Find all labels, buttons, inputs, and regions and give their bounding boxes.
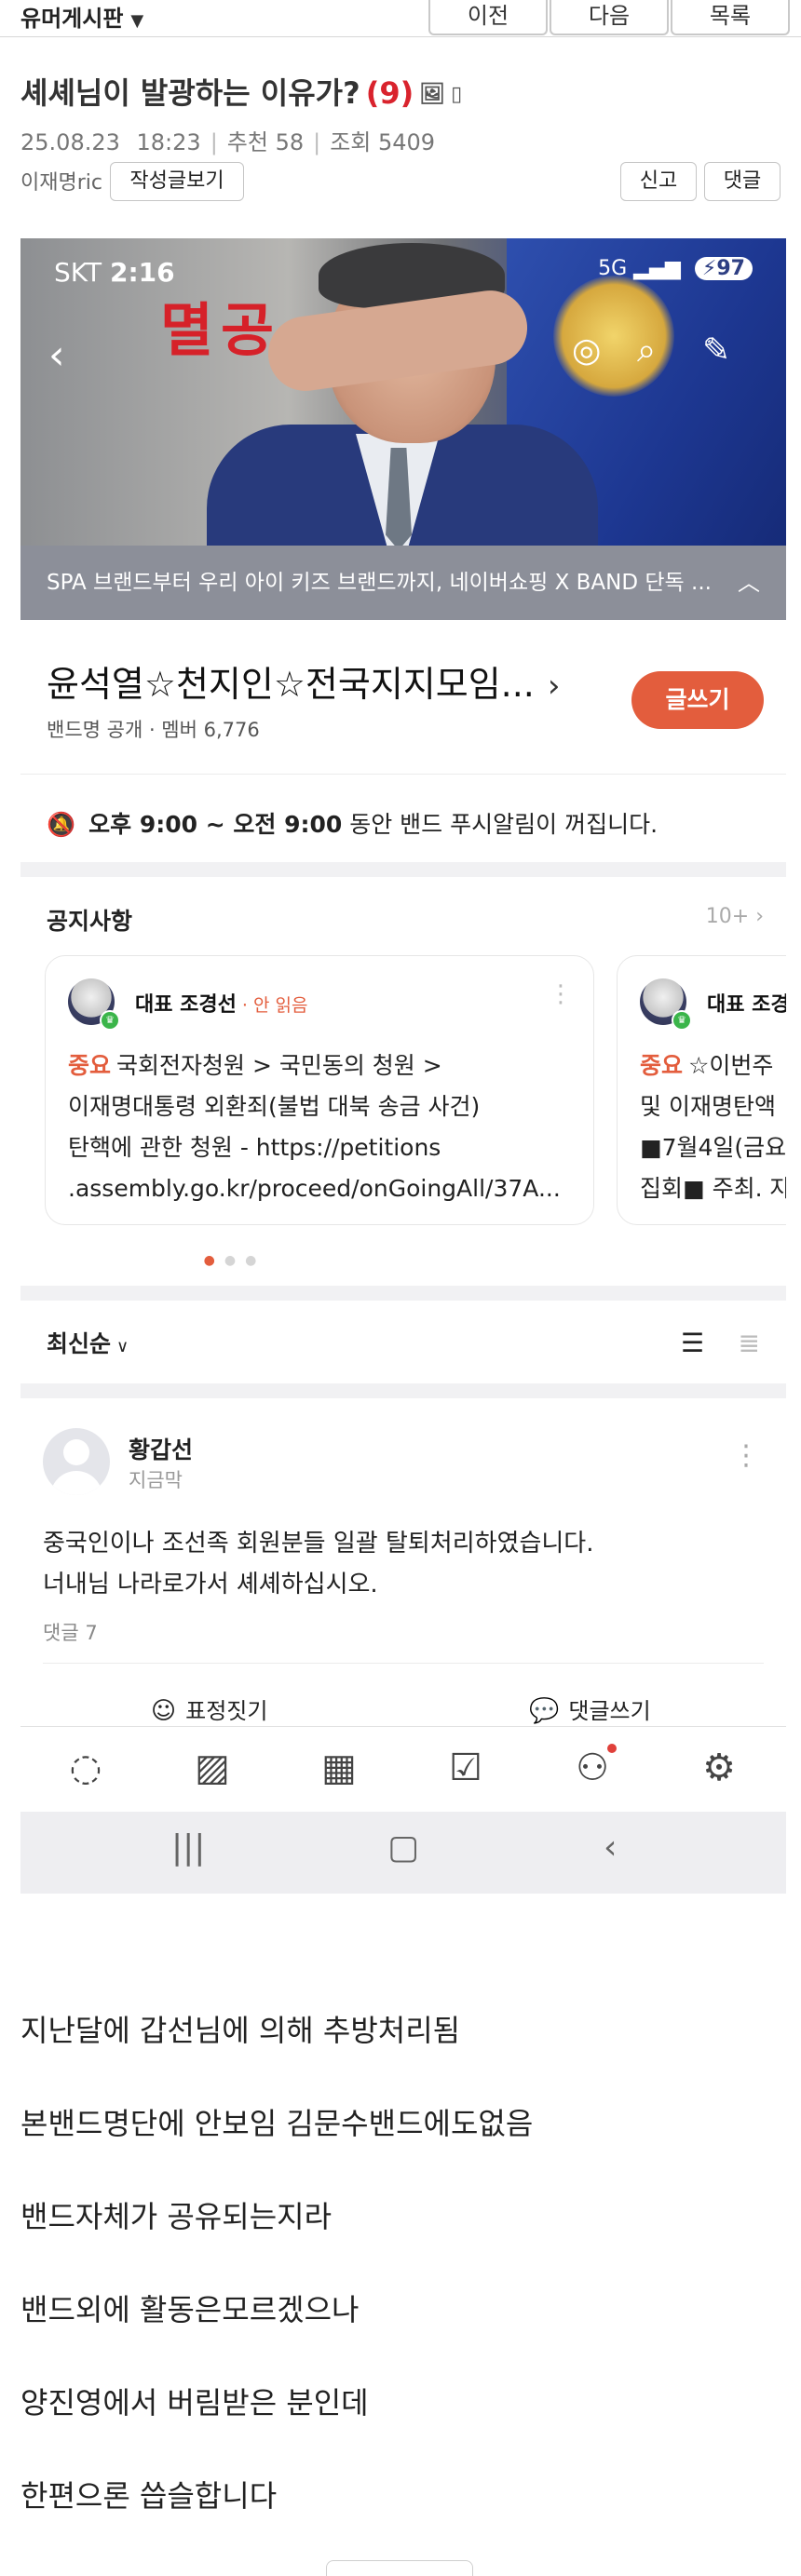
author-posts-button[interactable]: 작성글보기 — [110, 162, 244, 201]
leader-badge-icon: ♛ — [672, 1010, 692, 1031]
band-cover-image: 멸공 SKT 2:16 5G ▂▄▆ ⚡97 ‹ ◎ ⌕ ✎ — [20, 238, 786, 546]
new-dot — [607, 1744, 617, 1753]
list-button[interactable]: 목록 — [671, 0, 790, 35]
image-attachment-icon: 🖼 — [419, 83, 446, 106]
important-tag: 중요 — [68, 1052, 112, 1079]
recents-icon[interactable]: ||| — [171, 1828, 205, 1867]
bottom-tab-bar: ◌ ▨ ▦ ☑ ⚇ ⚙ — [20, 1726, 786, 1812]
important-tag: 중요 — [640, 1052, 684, 1079]
profile-icon[interactable]: ◎ — [572, 331, 601, 370]
notice-author: 대표 조경선 — [135, 993, 237, 1017]
post-title-text: 셰셰님이 발광하는 이유가? — [20, 75, 360, 111]
feed-post-body: 중국인이나 조선족 회원분들 일괄 탈퇴처리하였습니다. 너내님 나라로가서 셰… — [43, 1530, 594, 1598]
body-line: 밴드외에 활동은모르겠으나 — [20, 2292, 360, 2327]
sort-dropdown[interactable]: 최신순 ∨ — [47, 1326, 129, 1359]
leader-badge-icon: ♛ — [100, 1010, 120, 1031]
post-title: 셰셰님이 발광하는 이유가? (9) 🖼 ▯ — [20, 70, 462, 113]
more-icon[interactable]: ⋮ — [732, 1439, 760, 1472]
body-line: 밴드자체가 공유되는지라 — [20, 2199, 333, 2234]
ad-banner-text: SPA 브랜드부터 우리 아이 키즈 브랜드까지, 네이버쇼핑 X BAND 단… — [47, 571, 712, 595]
chevron-up-icon[interactable]: ︿ — [738, 546, 760, 620]
settings-icon[interactable]: ⚙ — [691, 1740, 747, 1796]
partial-button[interactable] — [326, 2560, 473, 2576]
board-selector[interactable]: 유머게시판 ▼ — [20, 0, 143, 33]
push-notice: 🔕 오후 9:00 ~ 오전 9:00 동안 밴드 푸시알림이 꺼집니다. — [47, 811, 658, 838]
comment-icon: 💬 — [529, 1697, 560, 1725]
body-line: 본밴드명단에 안보임 김문수밴드에도없음 — [20, 2106, 534, 2141]
back-nav-icon[interactable]: ‹ — [604, 1828, 617, 1867]
notice-author: 대표 조경 — [707, 993, 786, 1017]
card-view-icon[interactable]: ☰ — [681, 1328, 704, 1358]
comment-count: (9) — [365, 75, 414, 111]
bell-off-icon: 🔕 — [47, 811, 76, 838]
notice-card[interactable]: ♛ 대표 조경선 · 안 읽음 ⋮ 중요 국회전자청원 > 국민동의 청원 > 이재… — [45, 955, 594, 1225]
post-time: 18:23 — [136, 129, 201, 155]
status-clock: SKT 2:16 — [54, 257, 175, 288]
comment-button[interactable]: 💬 댓글쓰기 — [529, 1693, 651, 1725]
status-icons: 5G ▂▄▆ ⚡97 — [598, 257, 753, 280]
feed-comment-count[interactable]: 댓글 7 — [43, 1618, 98, 1646]
notice-card[interactable]: ♛ 대표 조경 중요 ☆이번주 및 이재명탄액 ■7월4일(금요 집회■ 주최. … — [617, 955, 786, 1225]
feed-post-author[interactable]: 황갑선 — [129, 1432, 193, 1465]
more-icon[interactable]: ⋮ — [549, 980, 573, 1008]
edit-icon[interactable]: ✎ — [702, 331, 730, 370]
board-name: 유머게시판 — [20, 6, 124, 32]
embedded-screenshot: 멸공 SKT 2:16 5G ▂▄▆ ⚡97 ‹ ◎ ⌕ ✎ SPA 브랜드부터… — [20, 238, 786, 1894]
hero-caption: 멸공 — [160, 296, 282, 364]
chevron-right-icon: › — [547, 668, 561, 705]
carousel-dots: ●●● — [203, 1253, 266, 1268]
post-author[interactable]: 이재명ric — [20, 166, 102, 196]
photo-icon[interactable]: ▨ — [184, 1740, 240, 1796]
body-line: 양진영에서 버림받은 분인데 — [20, 2385, 369, 2421]
post-meta: 25.08.23 18:23 | 추천 58 | 조회 5409 — [20, 129, 436, 155]
list-view-icon[interactable]: ≣ — [739, 1328, 760, 1358]
notices-heading: 공지사항 — [47, 908, 133, 935]
report-button[interactable]: 신고 — [620, 162, 697, 201]
emote-button[interactable]: ☺ 표정짓기 — [151, 1693, 267, 1725]
next-button[interactable]: 다음 — [550, 0, 669, 35]
unread-status: · 안 읽음 — [241, 995, 308, 1016]
check-folder-icon[interactable]: ☑ — [438, 1740, 494, 1796]
view-count: 조회 5409 — [330, 129, 436, 155]
recommend-count: 추천 58 — [226, 129, 305, 155]
chevron-down-icon: ∨ — [116, 1337, 129, 1356]
write-button[interactable]: 글쓰기 — [631, 671, 764, 729]
notice-text: 국회전자청원 > 국민동의 청원 > 이재명대통령 외환죄(불법 대북 송금 사… — [68, 1052, 561, 1202]
board-header: 유머게시판 ▼ 이전 다음 목록 — [0, 0, 801, 37]
prev-button[interactable]: 이전 — [428, 0, 548, 35]
chat-icon[interactable]: ◌ — [58, 1740, 114, 1796]
avatar[interactable] — [43, 1428, 110, 1495]
notices-more-link[interactable]: 10+ › — [706, 905, 764, 928]
body-line: 지난달에 갑선님에 의해 추방처리됨 — [20, 2013, 461, 2048]
body-line: 한편으론 씁슬합니다 — [20, 2478, 278, 2514]
band-title[interactable]: 윤석열☆천지인☆전국지지모임... › — [47, 655, 561, 707]
back-icon[interactable]: ‹ — [48, 331, 65, 379]
mobile-icon: ▯ — [451, 83, 463, 106]
home-icon[interactable]: ▢ — [387, 1828, 419, 1867]
system-nav-bar: ||| ▢ ‹ — [20, 1812, 786, 1894]
smile-icon: ☺ — [151, 1697, 177, 1725]
battery-icon: ⚡97 — [694, 257, 753, 280]
members-icon[interactable]: ⚇ — [564, 1740, 620, 1796]
calendar-icon[interactable]: ▦ — [311, 1740, 367, 1796]
reply-button[interactable]: 댓글 — [704, 162, 781, 201]
band-meta: 밴드명 공개 · 멤버 6,776 — [47, 719, 260, 741]
post-date: 25.08.23 — [20, 129, 120, 155]
chevron-down-icon: ▼ — [130, 11, 144, 31]
ad-banner[interactable]: SPA 브랜드부터 우리 아이 키즈 브랜드까지, 네이버쇼핑 X BAND 단… — [20, 546, 786, 620]
search-icon[interactable]: ⌕ — [637, 331, 656, 371]
feed-post-time: 지금막 — [129, 1469, 183, 1491]
